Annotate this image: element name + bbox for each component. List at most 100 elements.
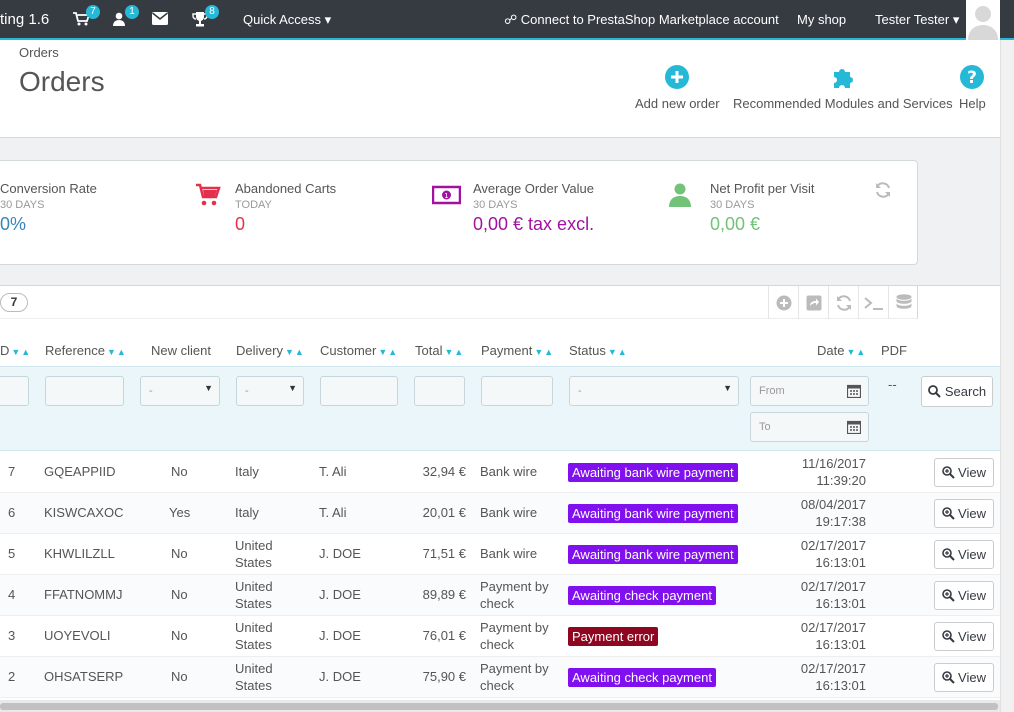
- table-row[interactable]: 5 KHWLILZLL No United States J. DOE 71,5…: [0, 534, 1000, 575]
- add-new-order-button[interactable]: Add new order: [635, 64, 720, 111]
- filter-payment-input[interactable]: [481, 376, 553, 406]
- filter-customer-input[interactable]: [320, 376, 398, 406]
- column-header-total[interactable]: Total ▼▲: [415, 343, 464, 358]
- filter-total-input[interactable]: [414, 376, 465, 406]
- filter-date-from-input[interactable]: From: [750, 376, 840, 406]
- filter-status-select[interactable]: - ▼: [569, 376, 739, 406]
- user-avatar[interactable]: [966, 0, 1000, 40]
- sort-icon[interactable]: ▼▲: [378, 347, 398, 357]
- database-icon: [896, 293, 911, 309]
- status-badge: Awaiting bank wire payment: [568, 463, 738, 482]
- kpi-abandoned-carts[interactable]: Abandoned Carts TODAY 0: [235, 181, 336, 235]
- view-order-button[interactable]: View: [934, 458, 994, 487]
- scrollbar-thumb[interactable]: [0, 703, 998, 710]
- order-payment: Bank wire: [480, 546, 538, 561]
- status-badge: Awaiting bank wire payment: [568, 545, 738, 564]
- kpi-label: Conversion Rate: [0, 181, 97, 196]
- calendar-to-button[interactable]: [839, 412, 869, 442]
- order-date: 11/16/2017 11:39:20: [780, 455, 866, 489]
- my-shop-link[interactable]: My shop: [797, 12, 846, 27]
- breadcrumb[interactable]: Orders: [19, 45, 59, 60]
- order-new-client: Yes: [169, 505, 191, 520]
- select-value: -: [149, 385, 153, 397]
- order-date-time: 16:13:01: [815, 637, 866, 652]
- messages-nav-icon[interactable]: [152, 12, 170, 28]
- table-row[interactable]: 4 FFATNOMMJ No United States J. DOE 89,8…: [0, 575, 1000, 616]
- quick-access-dropdown[interactable]: Quick Access ▾: [243, 12, 331, 28]
- trophy-nav-icon[interactable]: 8: [192, 5, 219, 28]
- sort-icon[interactable]: ▼▲: [444, 347, 464, 357]
- vertical-scrollbar[interactable]: [1000, 40, 1014, 712]
- refresh-list-tool[interactable]: [828, 286, 858, 319]
- export-tool[interactable]: [798, 286, 828, 319]
- orders-nav-icon[interactable]: 7: [73, 5, 100, 28]
- sort-icon[interactable]: ▼▲: [846, 347, 866, 357]
- trophy-badge: 8: [205, 5, 219, 19]
- kpi-net-profit-per-visit[interactable]: Net Profit per Visit 30 DAYS 0,00 €: [710, 181, 815, 235]
- order-reference: OHSATSERP: [44, 669, 124, 684]
- order-date: 08/04/2017 19:17:38: [780, 496, 866, 530]
- column-label: Date: [817, 343, 845, 358]
- shop-brand[interactable]: ting 1.6: [0, 11, 49, 28]
- horizontal-scrollbar[interactable]: [0, 700, 1000, 712]
- order-total: 76,01 €: [422, 628, 466, 643]
- recommended-modules-button[interactable]: Recommended Modules and Services: [733, 64, 953, 111]
- order-payment: Bank wire: [480, 464, 538, 479]
- search-button[interactable]: Search: [921, 376, 993, 407]
- table-row[interactable]: 2 OHSATSERP No United States J. DOE 75,9…: [0, 657, 1000, 698]
- kpi-average-order-value[interactable]: Average Order Value 30 DAYS 0,00 € tax e…: [473, 181, 594, 235]
- link-icon: ☍: [504, 12, 518, 27]
- calendar-from-button[interactable]: [839, 376, 869, 406]
- sql-query-tool[interactable]: [858, 286, 888, 319]
- filter-reference-input[interactable]: [45, 376, 124, 406]
- view-order-button[interactable]: View: [934, 499, 994, 528]
- column-header-date[interactable]: Date ▼▲: [817, 343, 866, 358]
- table-row[interactable]: 7 GQEAPPIID No Italy T. Ali 32,94 € Bank…: [0, 452, 1000, 493]
- marketplace-connect-link[interactable]: ☍ Connect to PrestaShop Marketplace acco…: [504, 12, 779, 28]
- column-header-payment[interactable]: Payment ▼▲: [481, 343, 554, 358]
- order-reference: FFATNOMMJ: [44, 587, 123, 602]
- plus-circle-icon: [776, 295, 791, 310]
- table-row[interactable]: 6 KISWCAXOC Yes Italy T. Ali 20,01 € Ban…: [0, 493, 1000, 534]
- filter-delivery-select[interactable]: - ▼: [236, 376, 304, 406]
- money-icon: 1: [432, 185, 461, 205]
- order-total: 75,90 €: [422, 669, 466, 684]
- caret-down-icon: ▼: [204, 383, 213, 393]
- view-order-button[interactable]: View: [934, 581, 994, 610]
- help-label: Help: [959, 96, 986, 111]
- sort-icon[interactable]: ▼▲: [534, 347, 554, 357]
- column-header-id[interactable]: D ▼▲: [0, 343, 31, 358]
- refresh-icon[interactable]: [874, 181, 892, 199]
- customers-nav-icon[interactable]: 1: [112, 5, 139, 28]
- add-new-tool[interactable]: [768, 286, 798, 319]
- table-row[interactable]: 3 UOYEVOLI No United States J. DOE 76,01…: [0, 616, 1000, 657]
- sort-icon[interactable]: ▼▲: [608, 347, 628, 357]
- column-header-reference[interactable]: Reference ▼▲: [45, 343, 127, 358]
- orders-count-badge: 7: [0, 293, 28, 312]
- zoom-in-icon: [942, 548, 955, 561]
- column-header-delivery[interactable]: Delivery ▼▲: [236, 343, 305, 358]
- sort-icon[interactable]: ▼▲: [11, 347, 31, 357]
- filter-new-client-select[interactable]: - ▼: [140, 376, 220, 406]
- filter-date-to-input[interactable]: To: [750, 412, 840, 442]
- view-order-button[interactable]: View: [934, 622, 994, 651]
- order-id: 7: [8, 464, 16, 479]
- user-menu[interactable]: Tester Tester ▾: [875, 12, 959, 28]
- filter-id-input[interactable]: [0, 376, 29, 406]
- calendar-icon: [846, 384, 861, 398]
- page-title: Orders: [19, 66, 105, 97]
- order-delivery: Italy: [235, 464, 259, 479]
- order-date-time: 16:13:01: [815, 596, 866, 611]
- sort-icon[interactable]: ▼▲: [285, 347, 305, 357]
- column-header-customer[interactable]: Customer ▼▲: [320, 343, 398, 358]
- export-sql-manager-tool[interactable]: [888, 286, 918, 319]
- kpi-conversion-rate[interactable]: Conversion Rate 30 DAYS 0%: [0, 181, 97, 235]
- view-order-button[interactable]: View: [934, 540, 994, 569]
- column-header-status[interactable]: Status ▼▲: [569, 343, 628, 358]
- sort-icon[interactable]: ▼▲: [107, 347, 127, 357]
- refresh-icon: [836, 294, 851, 311]
- help-button[interactable]: ? Help: [959, 64, 986, 111]
- view-order-button[interactable]: View: [934, 663, 994, 692]
- column-header-pdf: PDF: [881, 343, 907, 358]
- order-id: 2: [8, 669, 16, 684]
